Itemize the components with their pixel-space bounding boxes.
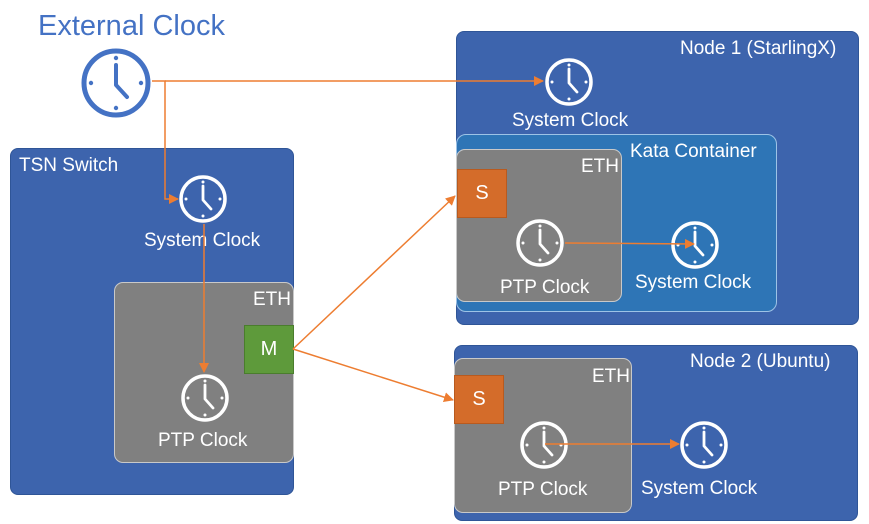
node1-eth-label: ETH [581, 156, 619, 177]
node1-slave-port: S [457, 169, 507, 218]
tsn-ptp-clock-label: PTP Clock [158, 430, 248, 451]
node2-system-clock-icon [680, 421, 728, 469]
node1-ptp-clock-icon [516, 219, 564, 267]
node2-ptp-clock-label: PTP Clock [498, 479, 588, 500]
arrow-master-to-node2-slave [292, 348, 454, 403]
tsn-system-clock-label: System Clock [144, 230, 261, 251]
node2-title: Node 2 (Ubuntu) [690, 351, 831, 372]
kata-system-clock-icon [671, 221, 719, 269]
node1-title: Node 1 (StarlingX) [680, 38, 837, 59]
arrow-master-to-node1-slave [292, 195, 456, 350]
node1-ptp-clock-label: PTP Clock [500, 277, 590, 298]
kata-container-title: Kata Container [630, 141, 757, 162]
node2-ptp-clock-icon [520, 421, 568, 469]
node2-slave-port: S [454, 375, 504, 424]
tsn-master-port: M [244, 325, 294, 374]
tsn-eth-label: ETH [253, 289, 291, 310]
tsn-switch-title: TSN Switch [19, 155, 119, 176]
tsn-system-clock-icon [179, 175, 227, 223]
node1-system-clock-icon [545, 58, 593, 106]
clock-icon [81, 48, 151, 118]
node2-eth-label: ETH [592, 366, 630, 387]
kata-system-clock-label: System Clock [635, 272, 752, 293]
tsn-ptp-clock-icon [181, 374, 229, 422]
node1-system-clock-label: System Clock [512, 110, 629, 131]
external-clock-title: External Clock [38, 10, 225, 42]
node2-system-clock-label: System Clock [641, 478, 758, 499]
